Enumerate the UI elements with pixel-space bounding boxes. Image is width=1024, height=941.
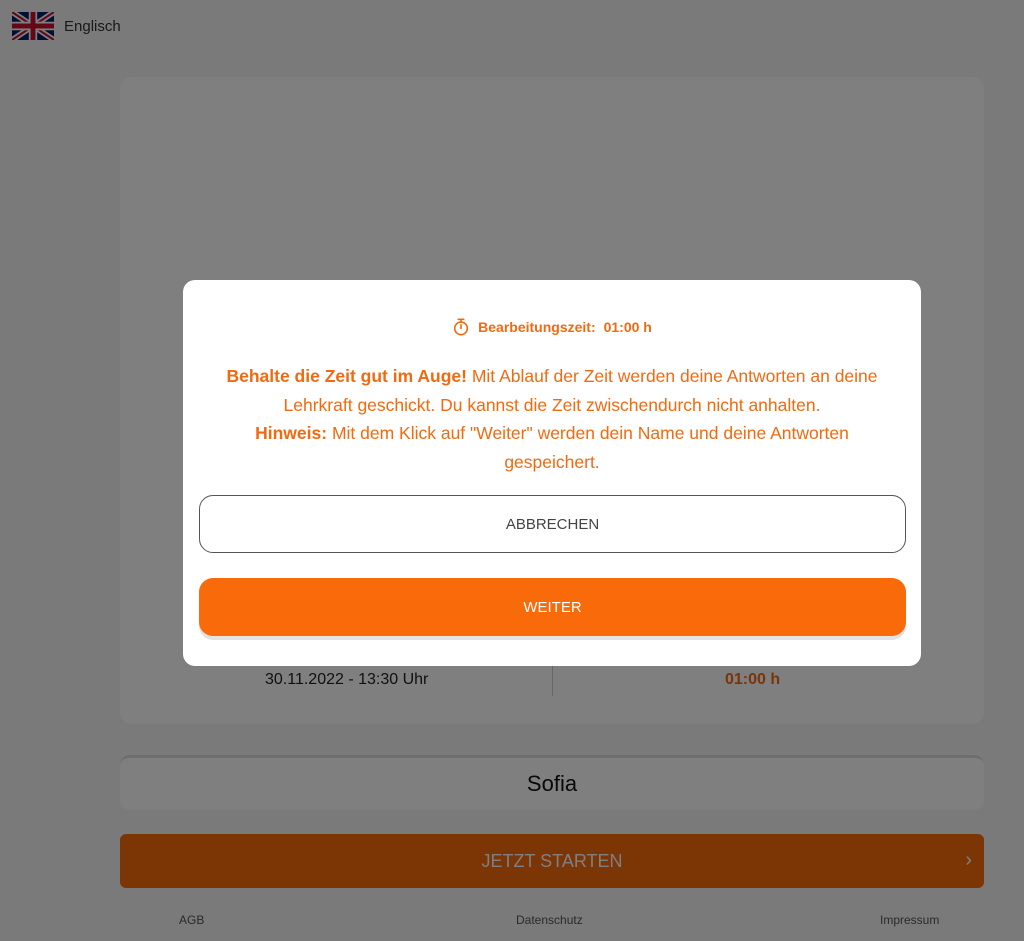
timer-label: Bearbeitungszeit: (478, 319, 596, 335)
timer-value: 01:00 h (603, 319, 652, 335)
stopwatch-icon (454, 318, 469, 336)
time-warning-dialog: Bearbeitungszeit: 01:00 h Behalte die Ze… (183, 280, 921, 666)
note-bold: Hinweis: (255, 423, 328, 443)
warning-bold: Behalte die Zeit gut im Auge! (226, 366, 467, 386)
cancel-button-label: ABBRECHEN (505, 515, 600, 533)
next-button-label: WEITER (523, 598, 582, 616)
note-text: Mit dem Klick auf "Weiter" werden dein N… (331, 423, 849, 472)
dialog-message: Behalte die Zeit gut im Auge! Mit Ablauf… (213, 362, 891, 476)
timer-row: Bearbeitungszeit: 01:00 h (183, 318, 921, 336)
cancel-button[interactable]: ABBRECHEN (199, 495, 906, 553)
next-button[interactable]: WEITER (199, 578, 906, 636)
